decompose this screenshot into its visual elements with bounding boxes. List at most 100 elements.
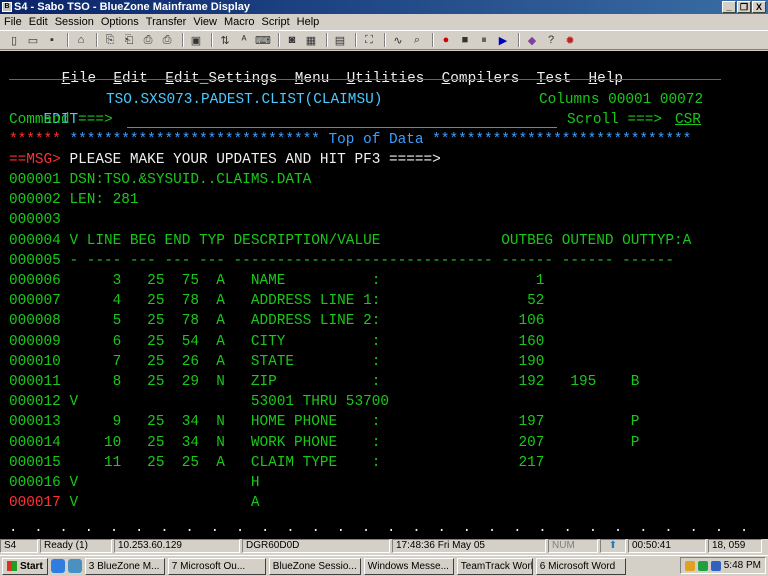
- editor-line[interactable]: 000008 5 25 78 A ADDRESS LINE 2: 106: [9, 311, 544, 331]
- line-number[interactable]: 000012: [9, 394, 61, 410]
- font-icon[interactable]: ᴬ: [236, 32, 252, 48]
- capture-icon[interactable]: ⛶: [361, 32, 377, 48]
- line-text[interactable]: V LINE BEG END TYP DESCRIPTION/VALUE OUT…: [61, 233, 691, 249]
- line-text[interactable]: 6 25 54 A CITY : 160: [61, 334, 545, 350]
- menu-options[interactable]: Options: [101, 16, 139, 28]
- line-number[interactable]: 000014: [9, 435, 61, 451]
- line-text[interactable]: LEN: 281: [61, 192, 138, 208]
- display-icon[interactable]: ▣: [188, 32, 204, 48]
- line-text[interactable]: DSN:TSO.&SYSUID..CLAIMS.DATA: [61, 172, 311, 188]
- pause-icon[interactable]: ⏸: [476, 32, 492, 48]
- line-number[interactable]: 000010: [9, 354, 61, 370]
- line-text[interactable]: V 53001 THRU 53700: [61, 394, 389, 410]
- line-number[interactable]: 000005: [9, 253, 61, 269]
- taskbar-button-messenger[interactable]: Windows Messe...: [363, 557, 454, 575]
- minimize-button[interactable]: _: [722, 1, 736, 13]
- editor-line[interactable]: 000001 DSN:TSO.&SYSUID..CLAIMS.DATA: [9, 170, 311, 190]
- editor-line[interactable]: 000009 6 25 54 A CITY : 160: [9, 332, 544, 352]
- line-number[interactable]: 000011: [9, 374, 61, 390]
- editor-line[interactable]: 000004 V LINE BEG END TYP DESCRIPTION/VA…: [9, 231, 691, 251]
- taskbar-button-bluezone[interactable]: 3 BlueZone M...: [84, 557, 165, 575]
- window-titlebar[interactable]: B S4 - Sabo TSO - BlueZone Mainframe Dis…: [0, 0, 768, 14]
- line-text[interactable]: - ---- --- --- --- ---------------------…: [61, 253, 674, 269]
- bomb-icon[interactable]: ✹: [562, 32, 578, 48]
- editor-line[interactable]: 000011 8 25 29 N ZIP : 192 195 B: [9, 372, 639, 392]
- stop-icon[interactable]: ■: [457, 32, 473, 48]
- save-icon[interactable]: ▪: [44, 32, 60, 48]
- line-number[interactable]: 000001: [9, 172, 61, 188]
- line-number[interactable]: 000004: [9, 233, 61, 249]
- ie-icon[interactable]: [50, 559, 65, 573]
- editor-line[interactable]: 000015 11 25 25 A CLAIM TYPE : 217: [9, 453, 544, 473]
- tray-network-icon[interactable]: [697, 560, 708, 571]
- start-button[interactable]: Start: [2, 557, 48, 575]
- color-icon[interactable]: ▦: [303, 32, 319, 48]
- taskbar-button-word[interactable]: 6 Microsoft Word: [535, 557, 626, 575]
- editor-line[interactable]: 000002 LEN: 281: [9, 190, 139, 210]
- editor-line[interactable]: 000006 3 25 75 A NAME : 1: [9, 271, 544, 291]
- find-icon[interactable]: ⌕: [409, 32, 425, 48]
- editor-line[interactable]: 000017 V A: [9, 493, 259, 513]
- line-text[interactable]: 8 25 29 N ZIP : 192 195 B: [61, 374, 640, 390]
- editor-line[interactable]: 000003: [9, 210, 61, 230]
- line-text[interactable]: 7 25 26 A STATE : 190: [61, 354, 545, 370]
- keyboard-icon[interactable]: ⌨: [255, 32, 271, 48]
- tray-shield-icon[interactable]: [710, 560, 721, 571]
- menu-macro[interactable]: Macro: [224, 16, 255, 28]
- macro-icon[interactable]: ∿: [390, 32, 406, 48]
- paste-icon[interactable]: ⎗: [121, 32, 137, 48]
- camera-icon[interactable]: ◙: [284, 32, 300, 48]
- line-text[interactable]: 5 25 78 A ADDRESS LINE 2: 106: [61, 313, 545, 329]
- restore-button[interactable]: ❐: [737, 1, 751, 13]
- line-number[interactable]: 000007: [9, 293, 61, 309]
- copy-icon[interactable]: ⎘: [102, 32, 118, 48]
- tray-messenger-icon[interactable]: [684, 560, 695, 571]
- line-text[interactable]: 10 25 34 N WORK PHONE : 207 P: [61, 435, 639, 451]
- line-number[interactable]: 000009: [9, 334, 61, 350]
- transfer-icon[interactable]: ⇅: [217, 32, 233, 48]
- line-text[interactable]: 3 25 75 A NAME : 1: [61, 273, 545, 289]
- clipboard-icon[interactable]: ▤: [332, 32, 348, 48]
- line-text[interactable]: V H: [61, 475, 259, 491]
- new-icon[interactable]: ▯: [6, 32, 22, 48]
- app-icon[interactable]: B: [2, 2, 12, 12]
- editor-line[interactable]: 000016 V H: [9, 473, 259, 493]
- menu-file[interactable]: File: [4, 16, 22, 28]
- menu-session[interactable]: Session: [55, 16, 94, 28]
- editor-line[interactable]: 000012 V 53001 THRU 53700: [9, 392, 389, 412]
- scroll-input[interactable]: CSR: [675, 110, 701, 130]
- book-icon[interactable]: ◆: [524, 32, 540, 48]
- play-icon[interactable]: ▶: [495, 32, 511, 48]
- line-text[interactable]: 4 25 78 A ADDRESS LINE 1: 52: [61, 293, 545, 309]
- editor-line[interactable]: 000007 4 25 78 A ADDRESS LINE 1: 52: [9, 291, 544, 311]
- line-text[interactable]: 11 25 25 A CLAIM TYPE : 217: [61, 455, 544, 471]
- taskbar-button-outlook[interactable]: 7 Microsoft Ou...: [167, 557, 266, 575]
- line-number[interactable]: 000017: [9, 495, 61, 511]
- outlook-icon[interactable]: [67, 559, 82, 573]
- menu-view[interactable]: View: [193, 16, 217, 28]
- line-number[interactable]: 000006: [9, 273, 61, 289]
- line-number[interactable]: 000008: [9, 313, 61, 329]
- editor-line[interactable]: 000013 9 25 34 N HOME PHONE : 197 P: [9, 412, 639, 432]
- line-number[interactable]: 000015: [9, 455, 61, 471]
- line-number[interactable]: 000013: [9, 414, 61, 430]
- line-number[interactable]: 000016: [9, 475, 61, 491]
- line-text[interactable]: V A: [61, 495, 259, 511]
- menu-help[interactable]: Help: [297, 16, 320, 28]
- help-icon[interactable]: ?: [543, 32, 559, 48]
- line-text[interactable]: 9 25 34 N HOME PHONE : 197 P: [61, 414, 640, 430]
- taskbar-button-teamtrack[interactable]: TeamTrack Work...: [456, 557, 533, 575]
- home-icon[interactable]: ⌂: [73, 32, 89, 48]
- record-icon[interactable]: ●: [438, 32, 454, 48]
- terminal-screen[interactable]: File Edit Edit_Settings Menu Utilities C…: [0, 51, 768, 539]
- line-number[interactable]: 000002: [9, 192, 61, 208]
- menu-edit[interactable]: Edit: [29, 16, 48, 28]
- editor-line[interactable]: 000010 7 25 26 A STATE : 190: [9, 352, 544, 372]
- menu-transfer[interactable]: Transfer: [146, 16, 187, 28]
- print-icon[interactable]: ⎙: [140, 32, 156, 48]
- close-button[interactable]: X: [752, 1, 766, 13]
- editor-line[interactable]: 000014 10 25 34 N WORK PHONE : 207 P: [9, 433, 639, 453]
- editor-line[interactable]: 000005 - ---- --- --- --- --------------…: [9, 251, 674, 271]
- open-icon[interactable]: ▭: [25, 32, 41, 48]
- print-setup-icon[interactable]: ⎙: [159, 32, 175, 48]
